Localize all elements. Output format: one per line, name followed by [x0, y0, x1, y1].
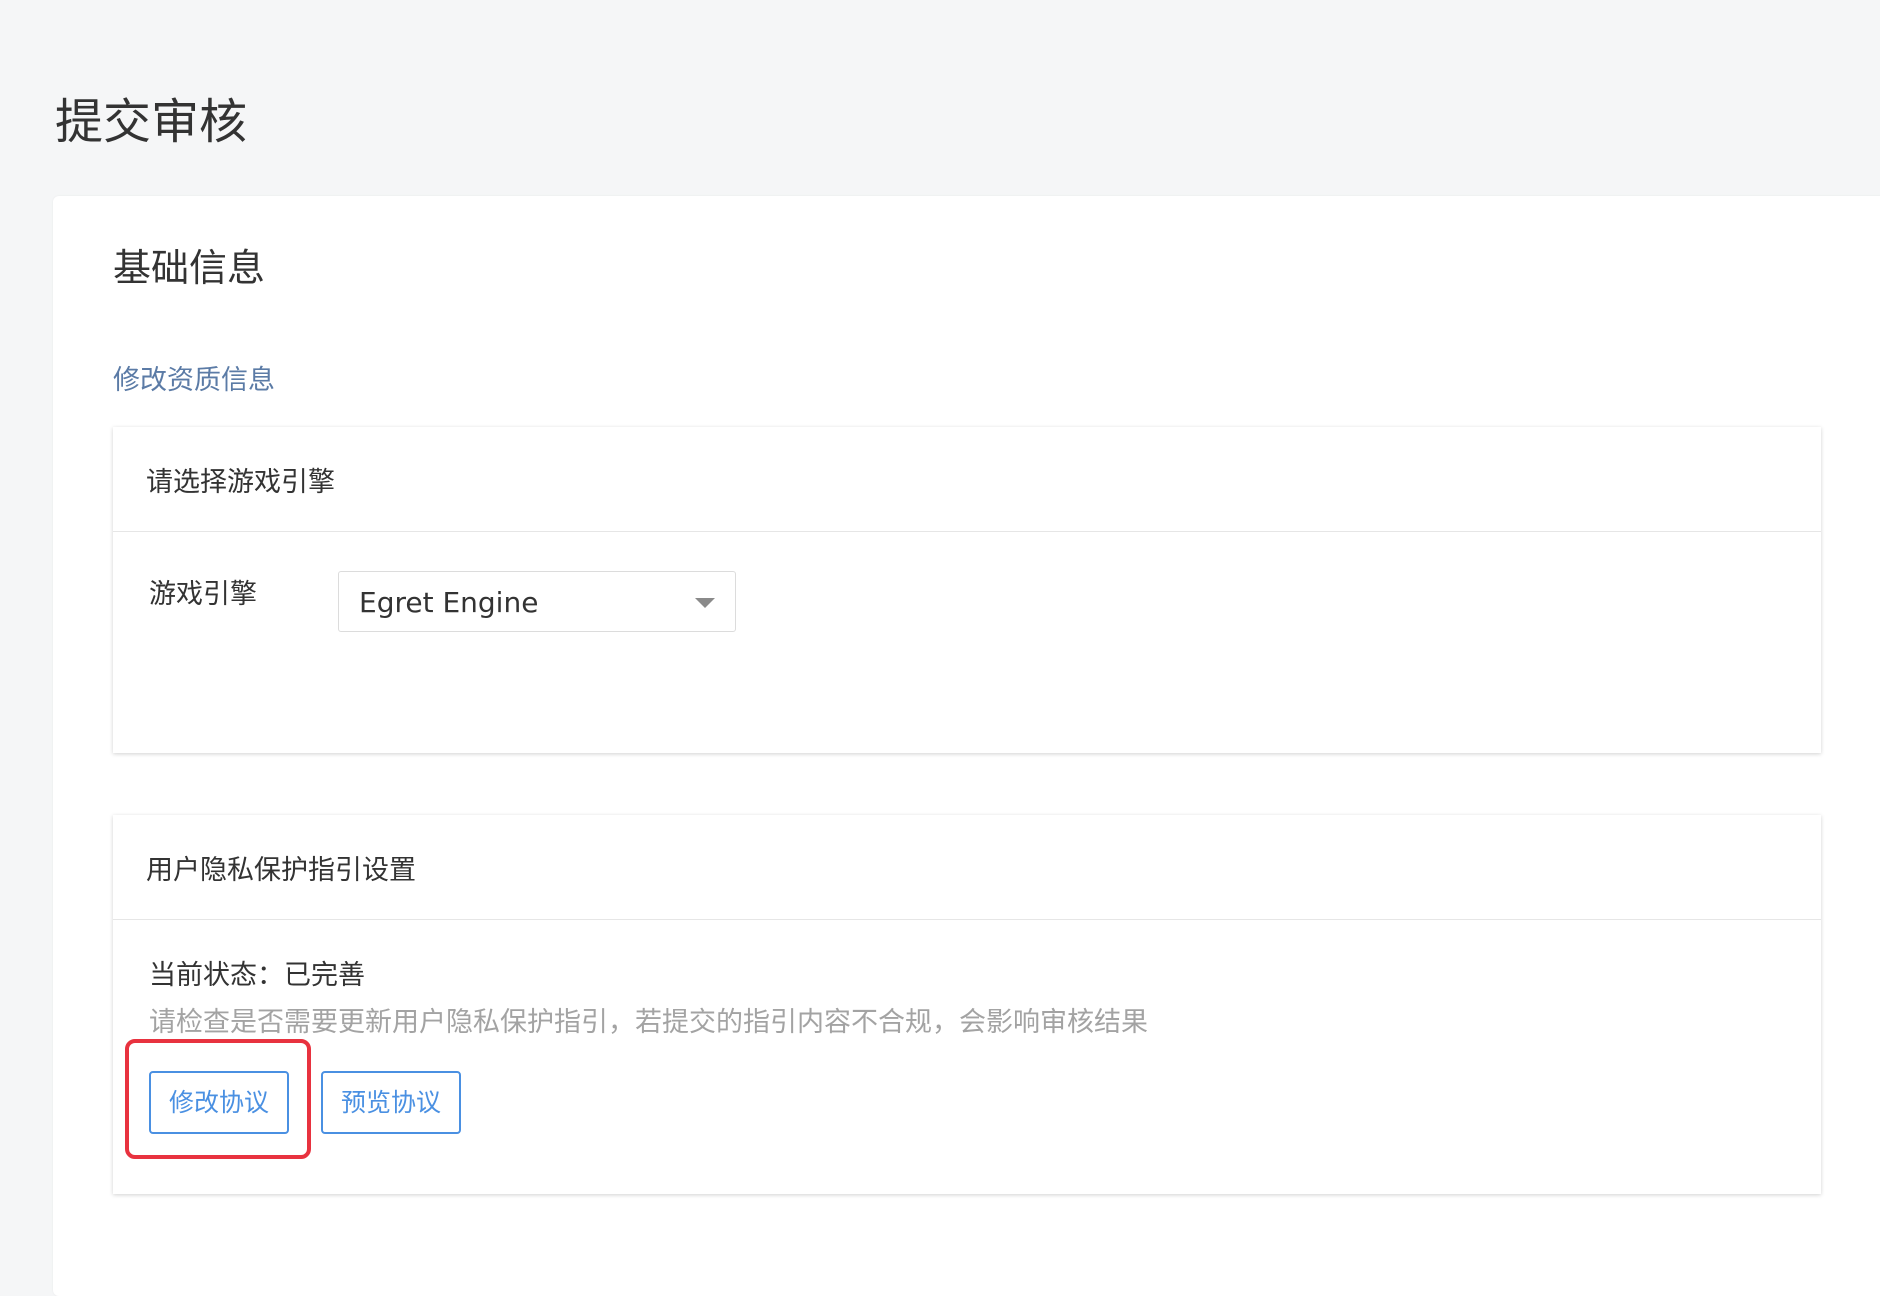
engine-field-label: 游戏引擎: [149, 579, 257, 610]
privacy-panel: 用户隐私保护指引设置 当前状态：已完善 请检查是否需要更新用户隐私保护指引，若提…: [113, 815, 1821, 1194]
page-title: 提交审核: [55, 94, 248, 150]
engine-panel-header: 请选择游戏引擎: [113, 427, 1821, 532]
edit-agreement-button[interactable]: 修改协议: [149, 1071, 289, 1134]
engine-select-value: Egret Engine: [359, 586, 539, 619]
edit-qualification-link[interactable]: 修改资质信息: [113, 363, 275, 399]
section-title-basic-info: 基础信息: [113, 246, 266, 290]
privacy-status-text: 当前状态：已完善: [149, 960, 365, 991]
engine-panel: 请选择游戏引擎 游戏引擎 Egret Engine: [113, 427, 1821, 753]
preview-agreement-button[interactable]: 预览协议: [321, 1071, 461, 1134]
privacy-panel-header: 用户隐私保护指引设置: [113, 815, 1821, 920]
privacy-hint-text: 请检查是否需要更新用户隐私保护指引，若提交的指引内容不合规，会影响审核结果: [149, 1007, 1148, 1038]
engine-select[interactable]: Egret Engine: [338, 571, 736, 632]
chevron-down-icon: [695, 598, 715, 608]
